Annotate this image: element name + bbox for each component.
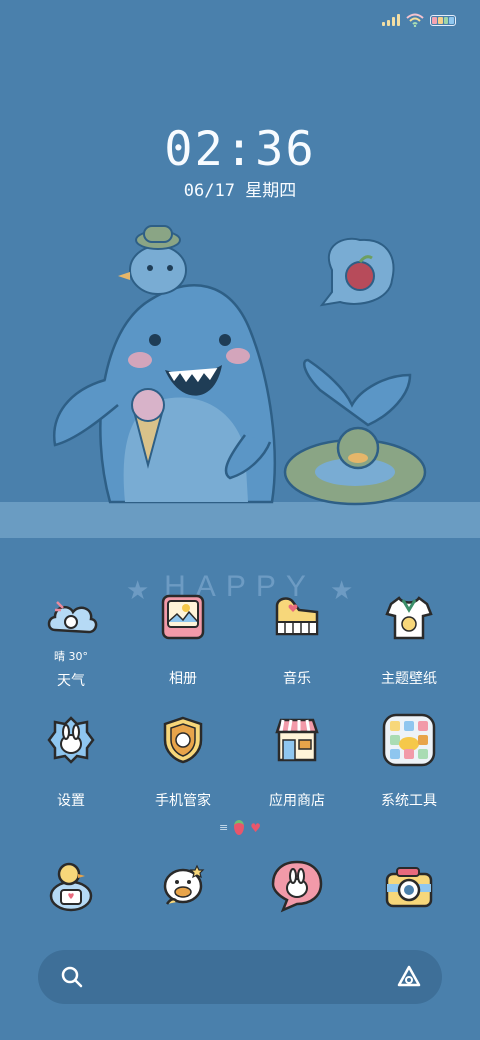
battery-icon — [430, 14, 456, 26]
status-bar — [382, 10, 456, 30]
search-icon[interactable] — [60, 965, 84, 989]
theme-shirt-icon — [385, 596, 433, 640]
security-shield-icon — [163, 716, 203, 764]
app-store-shop-icon — [275, 718, 319, 762]
app-label: 手机管家 — [155, 793, 211, 809]
app-system-tools[interactable]: 系统工具 — [354, 712, 464, 810]
weather-temp: 晴 30° — [54, 650, 88, 663]
app-gallery[interactable]: 相册 — [128, 590, 238, 688]
weather-cloud-icon — [47, 601, 98, 634]
shark-tail — [303, 358, 412, 427]
battery-cell — [449, 16, 454, 24]
app-weather[interactable]: 晴 30° 天气 — [16, 590, 126, 690]
bird — [129, 245, 187, 295]
app-security[interactable]: 手机管家 — [128, 712, 238, 810]
system-tools-folder-icon — [382, 713, 436, 767]
strawberry-icon — [234, 820, 245, 835]
app-label: 相册 — [169, 671, 197, 687]
app-themes[interactable]: 主题壁纸 — [354, 590, 464, 688]
app-label: 设置 — [57, 793, 85, 809]
assistant-icon[interactable] — [396, 964, 422, 990]
contacts-bunny-bubble-icon — [271, 860, 323, 913]
app-music[interactable]: 音乐 — [242, 590, 352, 688]
battery-cell — [443, 16, 449, 24]
dock-phone[interactable] — [16, 858, 126, 914]
signal-icon — [382, 14, 400, 26]
dock-camera[interactable] — [354, 858, 464, 914]
battery-cell — [437, 16, 443, 24]
gallery-photo-icon — [161, 594, 205, 640]
lockscreen-date: 06/17 星期四 — [183, 181, 297, 201]
battery-cell — [432, 16, 437, 24]
app-label: 系统工具 — [381, 793, 437, 809]
app-label: 天气 — [57, 673, 85, 689]
camera-icon — [385, 867, 433, 908]
lockscreen-time: 02:36 — [164, 122, 316, 177]
app-store[interactable]: 应用商店 — [242, 712, 352, 810]
phone-duck-icon — [49, 862, 93, 912]
dock-messages[interactable] — [128, 858, 238, 914]
heart-icon: ♥ — [250, 820, 261, 835]
music-piano-icon — [275, 597, 319, 636]
app-label: 音乐 — [283, 671, 311, 687]
ground-strip — [0, 502, 480, 538]
app-settings[interactable]: 设置 — [16, 712, 126, 810]
wallpaper-illustration — [0, 225, 480, 538]
dock-contacts[interactable] — [242, 858, 352, 914]
apple — [345, 261, 375, 291]
app-label: 主题壁纸 — [381, 671, 437, 687]
menu-lines-icon: ≡ — [219, 821, 229, 834]
settings-bunny-icon — [47, 716, 95, 764]
app-label: 应用商店 — [269, 793, 325, 809]
search-bar[interactable] — [38, 950, 442, 1004]
page-indicator[interactable]: ≡ ♥ — [0, 820, 480, 835]
wifi-icon — [406, 13, 424, 27]
messages-chick-icon — [163, 864, 205, 905]
